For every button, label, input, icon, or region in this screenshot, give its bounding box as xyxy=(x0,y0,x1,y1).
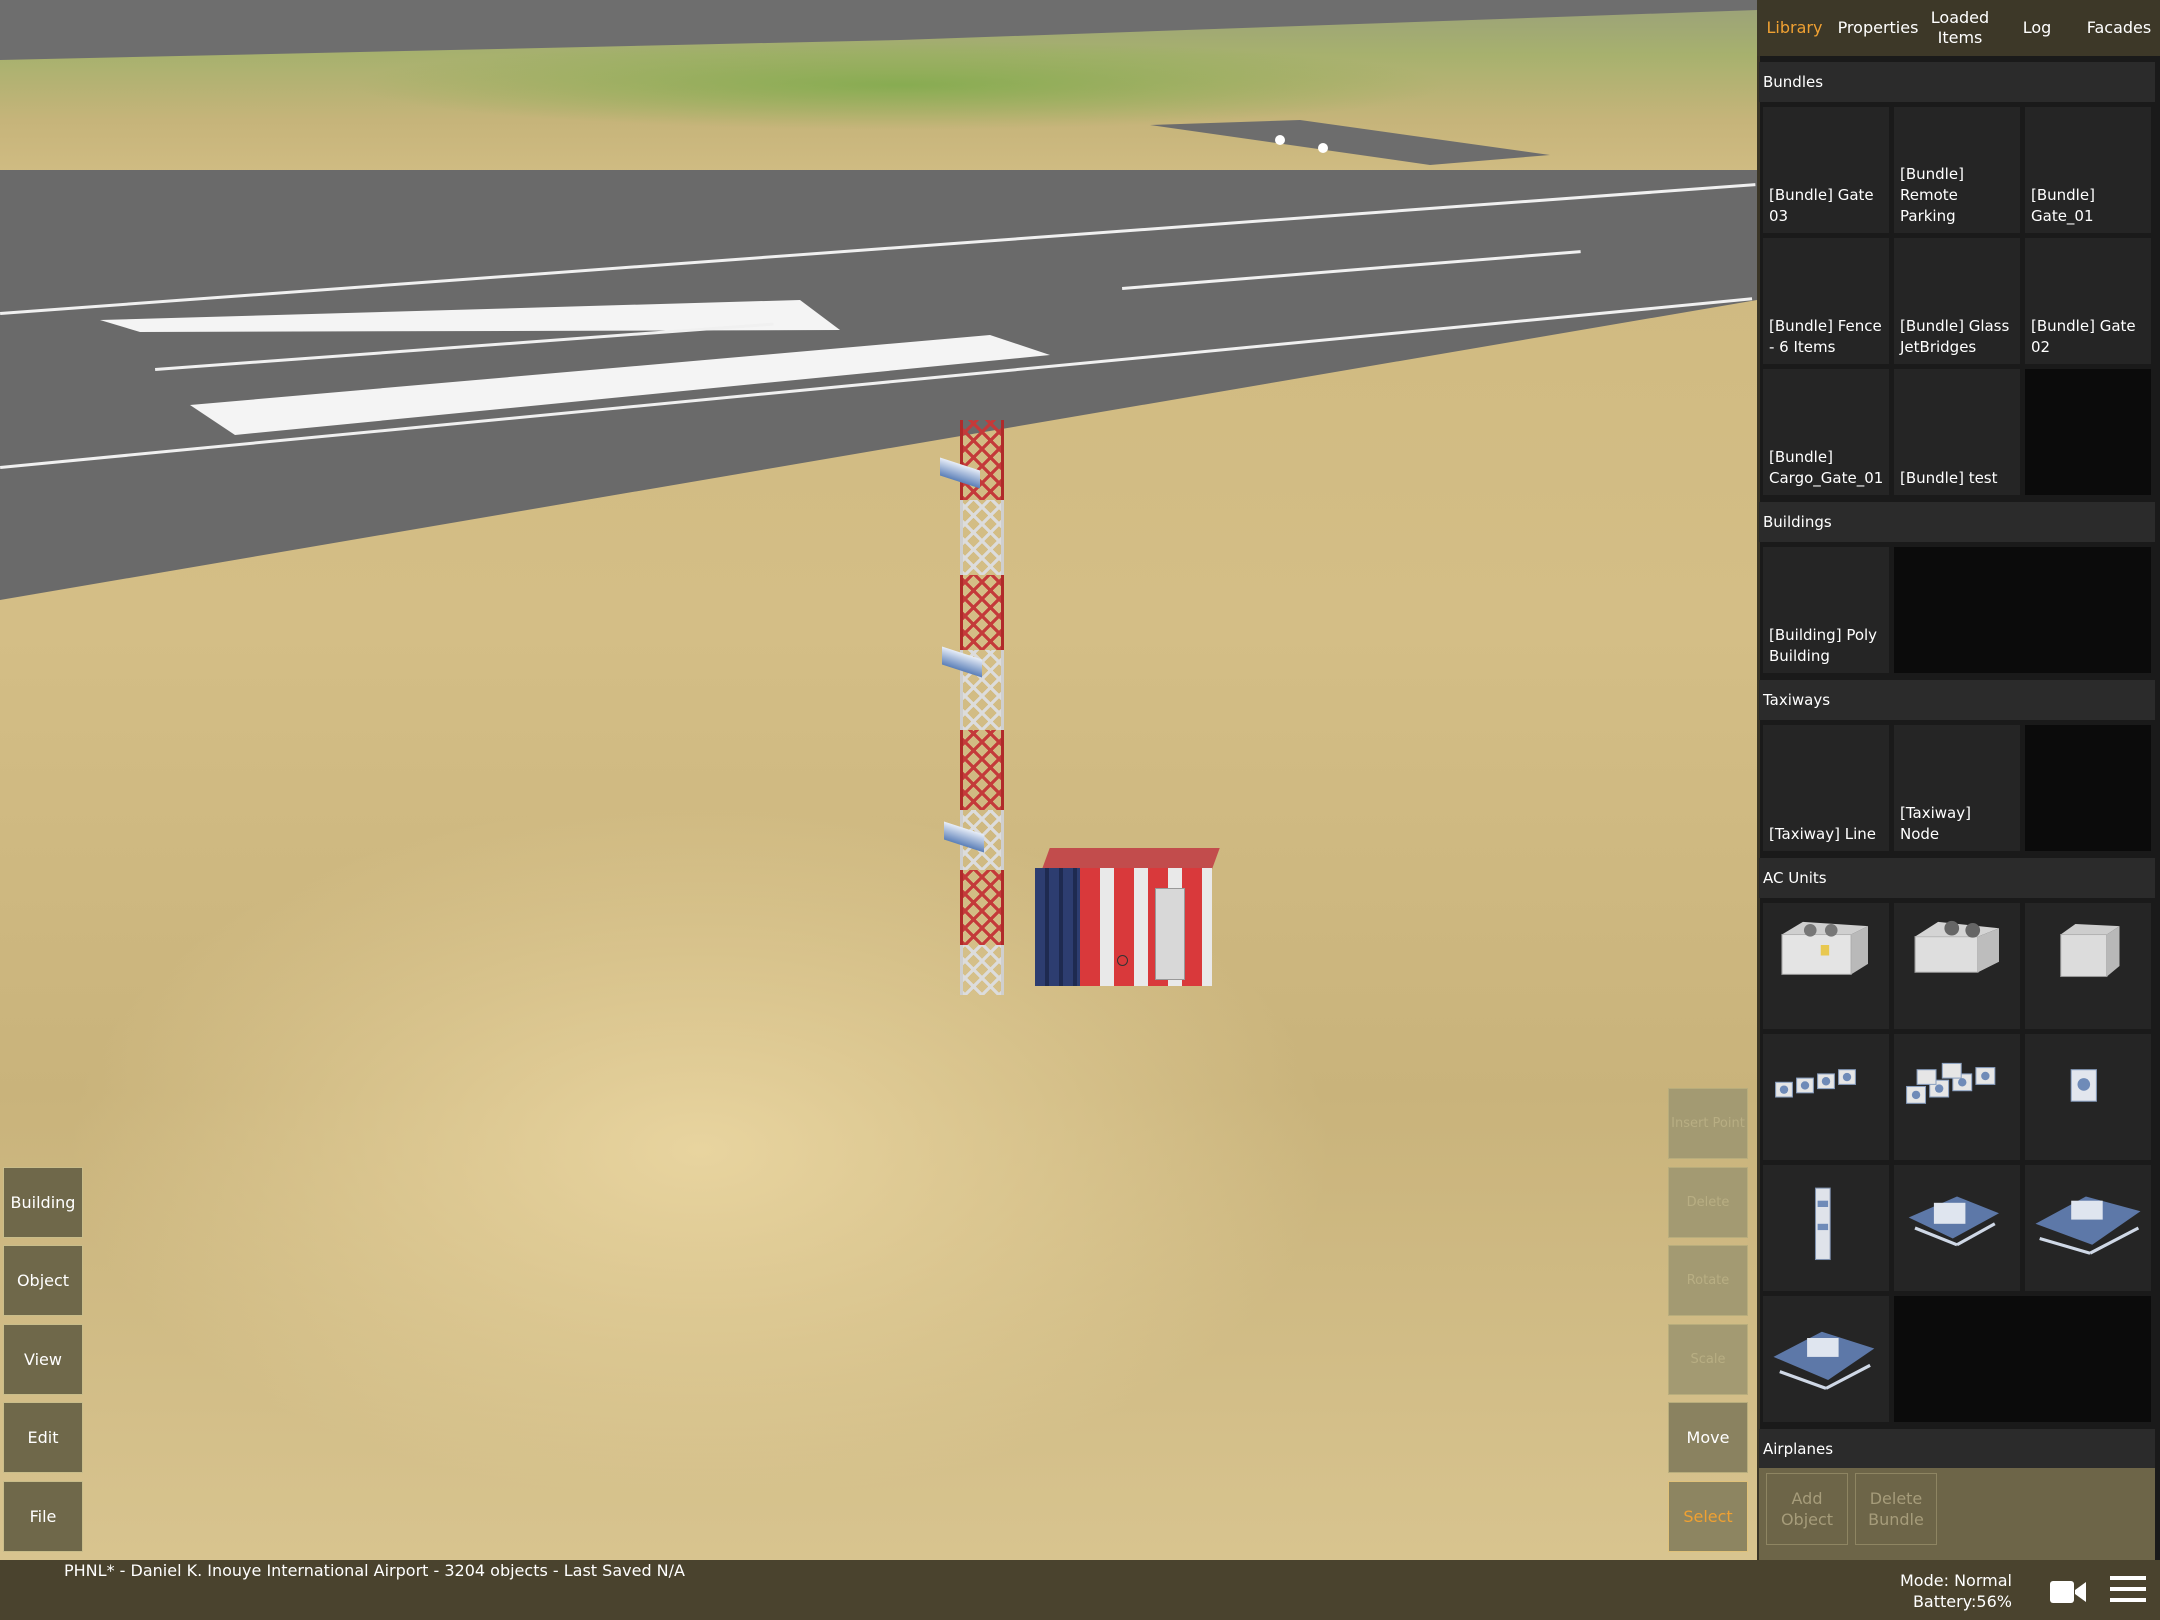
taxi-light xyxy=(1318,143,1328,153)
view-mode-button[interactable]: View xyxy=(3,1324,83,1395)
ac-unit-item[interactable] xyxy=(2025,1165,2151,1291)
container-door xyxy=(1155,888,1185,980)
library-item[interactable]: [Bundle] test xyxy=(1894,369,2020,495)
ac-unit-thumbnail xyxy=(1773,1331,1875,1390)
section-taxiways: Taxiways xyxy=(1759,680,2155,720)
ac-unit-item[interactable] xyxy=(1763,1034,1889,1160)
edit-mode-button[interactable]: Edit xyxy=(3,1402,83,1473)
ac-unit-item[interactable] xyxy=(2025,903,2151,1029)
ac-unit-item[interactable] xyxy=(1894,1165,2020,1291)
object-pivot-marker xyxy=(1117,955,1128,966)
container-front xyxy=(1080,868,1212,986)
shelter-container-object[interactable] xyxy=(1035,848,1220,990)
item-label: [Bundle] Cargo_Gate_01 xyxy=(1769,448,1884,487)
empty-slot xyxy=(2025,725,2151,851)
item-label: [Bundle] Gate_01 xyxy=(2031,186,2095,225)
file-mode-button[interactable]: File xyxy=(3,1481,83,1552)
ac-unit-thumbnail xyxy=(1906,1062,1996,1104)
tower-segment xyxy=(960,575,1004,650)
empty-slot xyxy=(1894,1296,2151,1422)
rotate-button[interactable]: Rotate xyxy=(1668,1245,1748,1316)
ac-unit-item[interactable] xyxy=(2025,1034,2151,1160)
library-item[interactable]: [Bundle] Cargo_Gate_01 xyxy=(1763,369,1889,495)
item-label: [Bundle] Gate 03 xyxy=(1769,186,1874,225)
move-button[interactable]: Move xyxy=(1668,1402,1748,1473)
item-label: [Bundle] test xyxy=(1900,469,1998,487)
ac-unit-item[interactable] xyxy=(1763,1296,1889,1422)
empty-slot xyxy=(1894,547,2151,673)
item-label: [Taxiway] Node xyxy=(1900,804,1971,843)
library-item[interactable]: [Building] Poly Building xyxy=(1763,547,1889,673)
insert-point-button[interactable]: Insert Point xyxy=(1668,1088,1748,1159)
taxi-light xyxy=(1275,135,1285,145)
ac-unit-thumbnail xyxy=(1908,1196,1999,1247)
mode-status: Mode: Normal Battery:56% xyxy=(1900,1570,2012,1612)
tab-log[interactable]: Log xyxy=(1996,0,2078,56)
library-item[interactable]: [Bundle] Fence - 6 Items xyxy=(1763,238,1889,364)
item-label: [Bundle] Glass JetBridges xyxy=(1900,317,2010,356)
tower-segment xyxy=(960,420,1004,500)
section-airplanes: Airplanes xyxy=(1759,1429,2155,1469)
library-item[interactable]: [Bundle] Glass JetBridges xyxy=(1894,238,2020,364)
container-side xyxy=(1035,868,1080,986)
battery-label: Battery:56% xyxy=(1912,1592,2012,1611)
mode-label: Mode: Normal xyxy=(1900,1571,2012,1590)
item-label: [Bundle] Fence - 6 Items xyxy=(1769,317,1882,356)
tower-segment xyxy=(960,870,1004,945)
tab-facades[interactable]: Facades xyxy=(2078,0,2160,56)
item-label: [Bundle] Remote Parking xyxy=(1900,165,1964,225)
tower-segment xyxy=(960,730,1004,810)
hamburger-menu-icon[interactable] xyxy=(2110,1574,2146,1608)
delete-point-button[interactable]: Delete xyxy=(1668,1167,1748,1238)
add-object-button[interactable]: Add Object xyxy=(1766,1473,1848,1545)
library-item[interactable]: [Taxiway] Line xyxy=(1763,725,1889,851)
section-ac-units: AC Units xyxy=(1759,858,2155,898)
select-button[interactable]: Select xyxy=(1668,1481,1748,1552)
library-item[interactable]: [Bundle] Gate_01 xyxy=(2025,107,2151,233)
ac-unit-thumbnail xyxy=(2070,1069,2097,1102)
empty-slot xyxy=(2025,369,2151,495)
ac-unit-thumbnail xyxy=(2060,924,2120,978)
panel-tabs: Library Properties Loaded Items Log Faca… xyxy=(1757,0,2160,56)
ac-unit-thumbnail xyxy=(1814,1187,1831,1261)
ac-unit-item[interactable] xyxy=(1763,1165,1889,1291)
library-item[interactable]: [Bundle] Gate 02 xyxy=(2025,238,2151,364)
tab-library[interactable]: Library xyxy=(1757,0,1832,56)
item-label: [Bundle] Gate 02 xyxy=(2031,317,2136,356)
camera-icon[interactable] xyxy=(2049,1578,2087,1610)
object-mode-button[interactable]: Object xyxy=(3,1245,83,1316)
radio-tower-object[interactable] xyxy=(940,420,1004,995)
library-item[interactable]: [Bundle] Remote Parking xyxy=(1894,107,2020,233)
tab-properties[interactable]: Properties xyxy=(1832,0,1924,56)
library-item[interactable]: [Taxiway] Node xyxy=(1894,725,2020,851)
item-label: [Building] Poly Building xyxy=(1769,626,1878,665)
delete-bundle-button[interactable]: Delete Bundle xyxy=(1855,1473,1937,1545)
item-label: [Taxiway] Line xyxy=(1769,825,1876,843)
3d-viewport[interactable] xyxy=(0,0,1757,1560)
ac-unit-thumbnail xyxy=(1775,1069,1856,1098)
building-mode-button[interactable]: Building xyxy=(3,1167,83,1238)
section-buildings: Buildings xyxy=(1759,502,2155,542)
ac-unit-item[interactable] xyxy=(1763,903,1889,1029)
ac-unit-item[interactable] xyxy=(1894,903,2020,1029)
scale-button[interactable]: Scale xyxy=(1668,1324,1748,1395)
tower-segment xyxy=(960,945,1004,995)
tower-segment xyxy=(960,500,1004,575)
tab-loaded-items[interactable]: Loaded Items xyxy=(1924,0,1996,56)
section-bundles: Bundles xyxy=(1759,62,2155,102)
grass-patch xyxy=(350,40,1450,130)
ac-unit-item[interactable] xyxy=(1894,1034,2020,1160)
ac-unit-thumbnail xyxy=(1781,921,1868,975)
runway xyxy=(0,170,1757,600)
ac-unit-thumbnail xyxy=(2035,1196,2141,1255)
project-status: PHNL* - Daniel K. Inouye International A… xyxy=(64,1561,685,1580)
ac-unit-thumbnail xyxy=(1914,920,1999,973)
library-item[interactable]: [Bundle] Gate 03 xyxy=(1763,107,1889,233)
